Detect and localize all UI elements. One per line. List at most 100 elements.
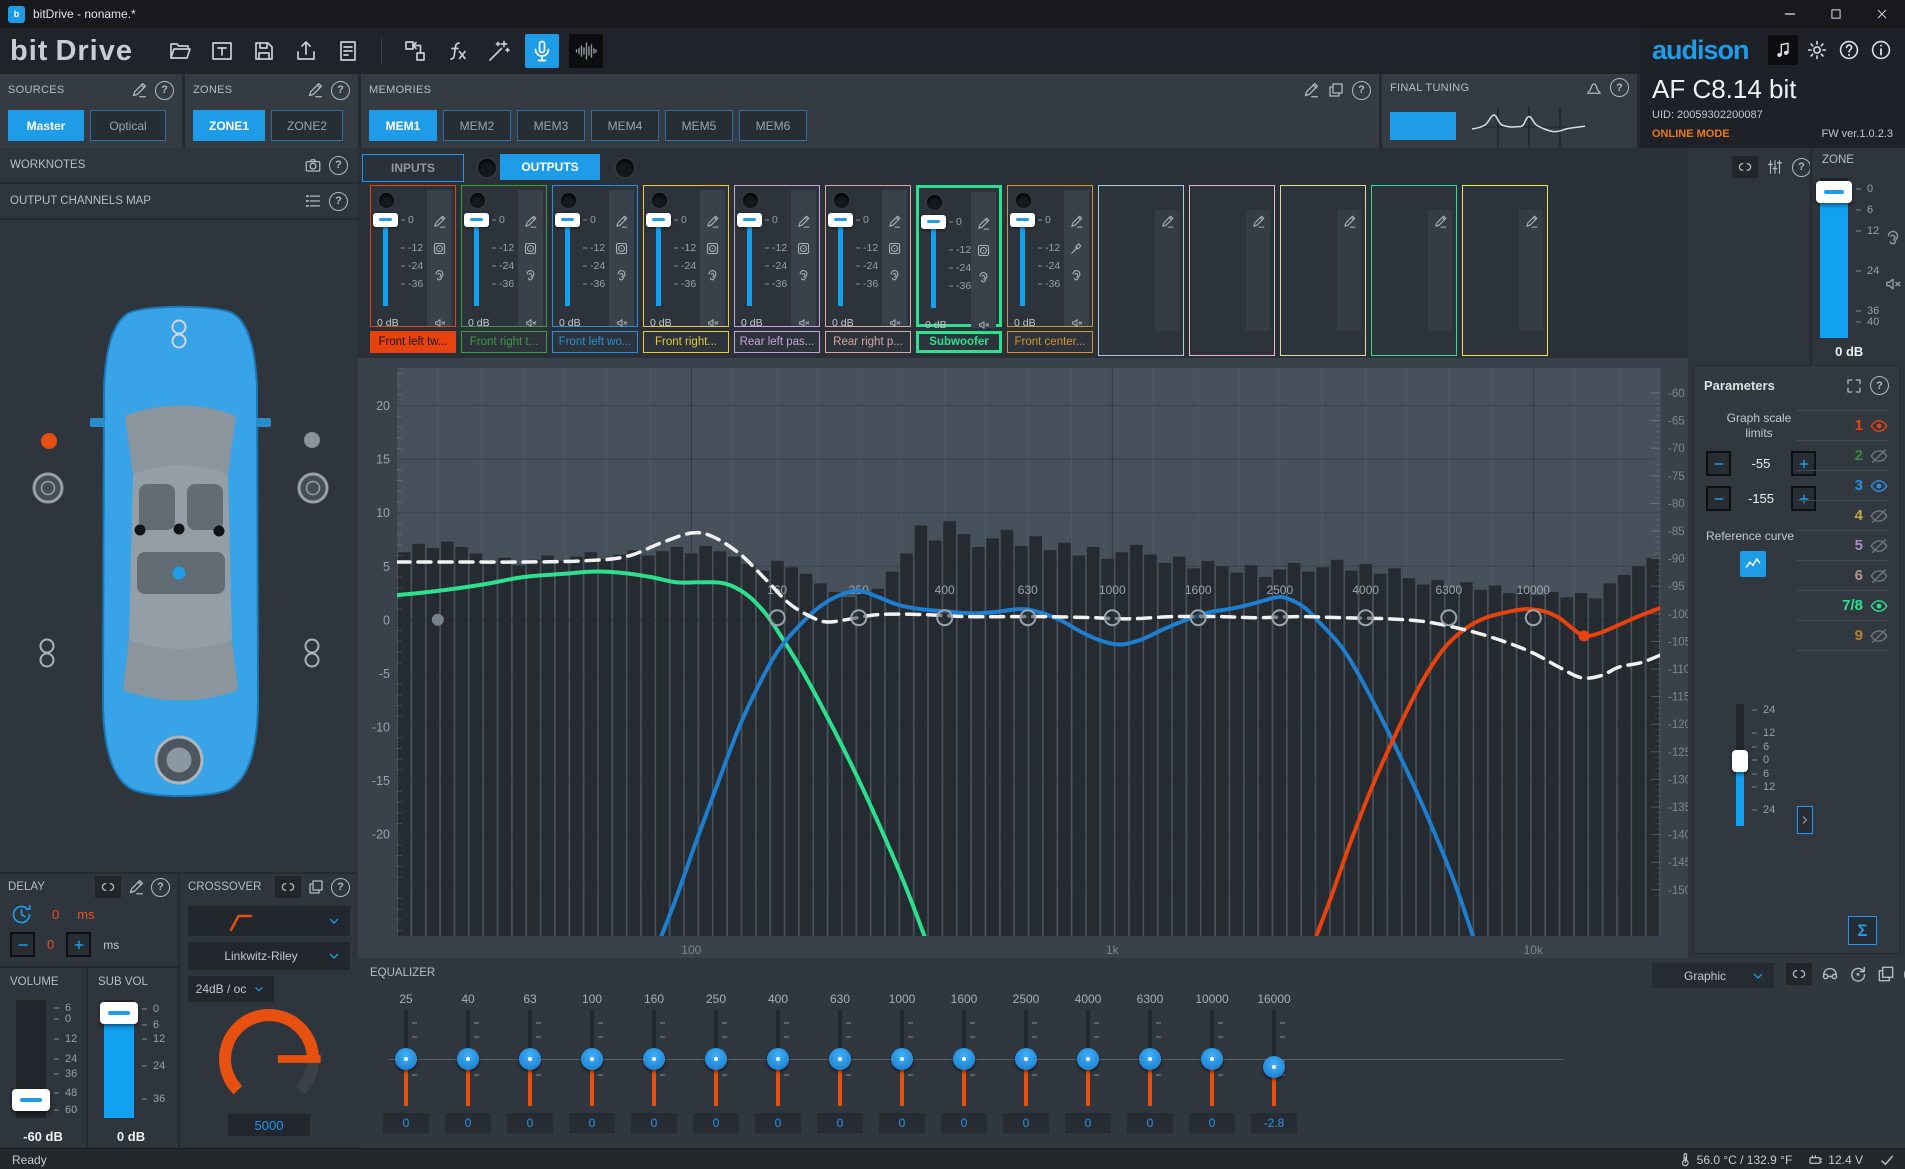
output-strip-7-8[interactable]: 7/80-12-24-360 dB: [916, 185, 1002, 327]
listen-icon[interactable]: [1069, 268, 1084, 283]
speaker-icon[interactable]: [887, 241, 902, 256]
save-button[interactable]: [248, 35, 280, 67]
memory-button-mem6[interactable]: MEM6: [739, 110, 807, 141]
eq-band-value[interactable]: 0: [445, 1113, 491, 1133]
edit-channel-icon[interactable]: [887, 214, 902, 229]
crossover-link-icon[interactable]: [279, 878, 297, 896]
channel-name[interactable]: Front left wo...: [552, 331, 638, 353]
mute-icon[interactable]: [706, 316, 720, 330]
reference-curve-slider[interactable]: 24126061224: [1736, 704, 1792, 826]
eq-point-marker[interactable]: [851, 610, 866, 625]
eq-band-value[interactable]: 0: [569, 1113, 615, 1133]
source-button-master[interactable]: Master: [8, 110, 84, 141]
eq-band-value[interactable]: 0: [693, 1113, 739, 1133]
edit-channel-icon[interactable]: [976, 216, 991, 231]
output-strip-2[interactable]: 20-12-24-360 dB: [461, 185, 547, 327]
minimize-button[interactable]: [1767, 0, 1813, 28]
maximize-button[interactable]: [1813, 0, 1859, 28]
microphone-button[interactable]: [525, 34, 559, 68]
tones-button[interactable]: [1768, 35, 1798, 65]
speaker-front-right-tweeter[interactable]: [304, 432, 320, 448]
channel-name[interactable]: Front right t...: [461, 331, 547, 353]
eq-point-marker[interactable]: [1105, 610, 1120, 625]
delay-help-icon[interactable]: ?: [151, 878, 170, 897]
channel-gain-slider[interactable]: [830, 212, 852, 306]
sources-help-icon[interactable]: ?: [155, 81, 174, 100]
delay-plus-button[interactable]: [66, 932, 91, 957]
edit-zones-icon[interactable]: [306, 81, 324, 99]
limit-minus-button[interactable]: [1706, 486, 1731, 511]
listen-icon[interactable]: [614, 268, 629, 283]
eye-icon[interactable]: [1869, 596, 1889, 616]
channel-name[interactable]: Rear right p...: [825, 331, 911, 353]
report-button[interactable]: [332, 35, 364, 67]
speaker-icon[interactable]: [432, 241, 447, 256]
mute-icon[interactable]: [1070, 316, 1084, 330]
eq-band-slider[interactable]: [891, 1010, 913, 1106]
memory-button-mem4[interactable]: MEM4: [591, 110, 659, 141]
eq-band-value[interactable]: 0: [879, 1113, 925, 1133]
memory-button-mem5[interactable]: MEM5: [665, 110, 733, 141]
zone-help-icon[interactable]: ?: [1792, 158, 1811, 177]
export-button[interactable]: [290, 35, 322, 67]
delay-edit-icon[interactable]: [127, 878, 145, 896]
eq-band-slider[interactable]: [395, 1010, 417, 1106]
eq-point-marker[interactable]: [1441, 610, 1456, 625]
reference-curve-icon[interactable]: [1740, 551, 1766, 577]
eq-mode-dropdown[interactable]: Graphic: [1652, 963, 1774, 988]
tab-inputs[interactable]: INPUTS: [362, 154, 464, 182]
memory-button-mem2[interactable]: MEM2: [443, 110, 511, 141]
output-strip-empty[interactable]: [1371, 185, 1457, 356]
delay-link-icon[interactable]: [99, 878, 117, 896]
zone-listen-icon[interactable]: [1883, 228, 1903, 248]
eq-band-value[interactable]: 0: [941, 1113, 987, 1133]
eq-band-slider[interactable]: [1139, 1010, 1161, 1106]
source-button-optical[interactable]: Optical: [90, 110, 166, 141]
memories-help-icon[interactable]: ?: [1352, 81, 1371, 100]
speaker-icon[interactable]: [976, 243, 991, 258]
speaker-front-left-woofer[interactable]: [34, 474, 62, 502]
channel-gain-slider[interactable]: [648, 212, 670, 306]
eq-band-value[interactable]: 0: [1127, 1113, 1173, 1133]
channel-gain-slider[interactable]: [375, 212, 397, 306]
channel-visibility-row-3[interactable]: 3: [1797, 471, 1889, 501]
eye-icon[interactable]: [1869, 476, 1889, 496]
edit-channel-icon[interactable]: [705, 214, 720, 229]
eq-reset-icon[interactable]: [1848, 964, 1868, 984]
output-strip-4[interactable]: 40-12-24-360 dB: [643, 185, 729, 327]
channel-visibility-row-7-8[interactable]: 7/8: [1797, 591, 1889, 621]
speaker-icon[interactable]: [523, 241, 538, 256]
channel-name[interactable]: Front center...: [1007, 331, 1093, 353]
speaker-rear-right[interactable]: [306, 640, 319, 667]
zone-link-icon[interactable]: [1736, 158, 1754, 176]
eq-band-value[interactable]: 0: [1065, 1113, 1111, 1133]
parameters-help-icon[interactable]: ?: [1870, 376, 1889, 395]
eq-point-marker[interactable]: [1272, 610, 1287, 625]
mute-icon[interactable]: [977, 318, 991, 332]
sum-curves-button[interactable]: Σ: [1848, 916, 1877, 945]
channel-gain-slider[interactable]: [923, 214, 945, 308]
channel-name[interactable]: Front right...: [643, 331, 729, 353]
expand-panel-button[interactable]: [1797, 806, 1813, 834]
worknotes-help-icon[interactable]: ?: [329, 156, 348, 175]
channel-gain-slider[interactable]: [1012, 212, 1034, 306]
listen-icon[interactable]: [432, 268, 447, 283]
channel-visibility-row-4[interactable]: 4: [1797, 501, 1889, 531]
tab-outputs[interactable]: OUTPUTS: [500, 154, 600, 180]
mute-icon[interactable]: [524, 316, 538, 330]
speaker-subwoofer[interactable]: [156, 737, 202, 783]
speaker-front-right-woofer[interactable]: [299, 474, 327, 502]
eq-band-value[interactable]: 0: [755, 1113, 801, 1133]
crossover-frequency-value[interactable]: 5000: [228, 1114, 310, 1136]
master-volume-slider[interactable]: 601224364860: [16, 1000, 94, 1118]
sub-volume-slider[interactable]: 06122436: [104, 1000, 182, 1118]
io-routing-button[interactable]: [399, 35, 431, 67]
point-marker[interactable]: [1579, 630, 1590, 641]
edit-channel-icon[interactable]: [1342, 214, 1357, 229]
eq-band-value[interactable]: 0: [507, 1113, 553, 1133]
eq-band-slider[interactable]: [643, 1010, 665, 1106]
functions-button[interactable]: [441, 35, 473, 67]
delay-clock-icon[interactable]: [10, 902, 34, 926]
connector-icon[interactable]: [1069, 241, 1084, 256]
crossover-help-icon[interactable]: ?: [331, 878, 350, 897]
